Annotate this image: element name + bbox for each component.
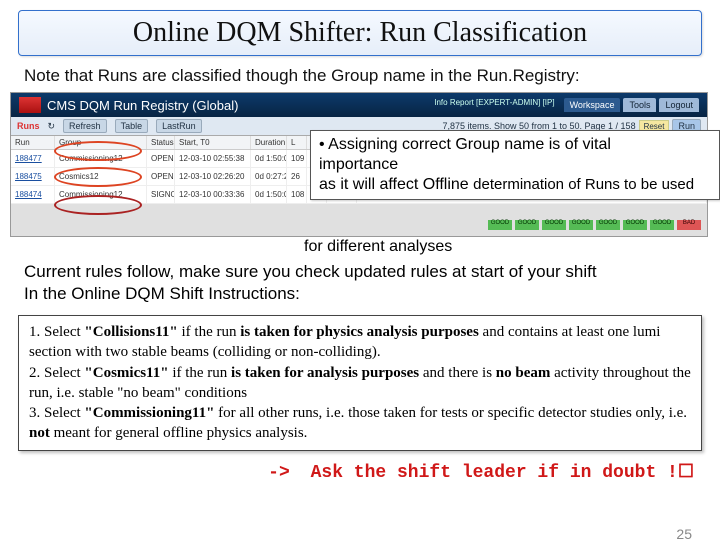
rr-tag: GOOD bbox=[650, 220, 674, 230]
rr-l: 26 bbox=[287, 168, 307, 185]
rr-header-title: CMS DQM Run Registry (Global) bbox=[47, 98, 238, 113]
rr-tag: GOOD bbox=[515, 220, 539, 230]
rr-group: Cosmics12 bbox=[55, 168, 147, 185]
rr-group: Commissioning12 bbox=[55, 186, 147, 203]
footer-text: Ask the shift leader if in doubt !☐ bbox=[311, 463, 694, 483]
rr-tag: GOOD bbox=[569, 220, 593, 230]
rr-l: 108 bbox=[287, 186, 307, 203]
rule-1: 1. Select "Collisions11" if the run is t… bbox=[29, 322, 691, 363]
rr-group: Commissioning12 bbox=[55, 150, 147, 167]
rr-l: 109 bbox=[287, 150, 307, 167]
callout-l1a: • Assigning correct Group name is of vit… bbox=[319, 136, 611, 153]
rr-tag: GOOD bbox=[542, 220, 566, 230]
runregistry-area: CMS DQM Run Registry (Global) Info Repor… bbox=[10, 92, 710, 237]
rr-status: SIGNOFF bbox=[147, 186, 175, 203]
rr-start: 12-03-10 00:33:36 bbox=[175, 186, 251, 203]
rr-refresh-button[interactable]: Refresh bbox=[63, 119, 107, 133]
callout-continue: for different analyses bbox=[304, 237, 696, 257]
callout-l2b: determination of Runs to be used bbox=[473, 176, 694, 193]
rr-start: 12-03-10 02:55:38 bbox=[175, 150, 251, 167]
rr-header: CMS DQM Run Registry (Global) Info Repor… bbox=[11, 93, 707, 117]
rules-box: 1. Select "Collisions11" if the run is t… bbox=[18, 315, 702, 451]
rr-table-button[interactable]: Table bbox=[115, 119, 149, 133]
arrow-icon: -> bbox=[268, 463, 290, 483]
rule-2: 2. Select "Cosmics11" if the run is take… bbox=[29, 363, 691, 404]
rr-tag: GOOD bbox=[623, 220, 647, 230]
rr-status-tags: GOOD GOOD GOOD GOOD GOOD GOOD GOOD BAD bbox=[488, 220, 701, 230]
current-rules-text: Current rules follow, make sure you chec… bbox=[24, 261, 696, 305]
callout-box: • Assigning correct Group name is of vit… bbox=[310, 130, 720, 200]
footer-ask: -> Ask the shift leader if in doubt !☐ bbox=[0, 461, 720, 483]
rr-dur: 0d 0:27:23 bbox=[251, 168, 287, 185]
rr-col-l: L bbox=[287, 136, 307, 149]
rr-tag: GOOD bbox=[488, 220, 512, 230]
rr-dur: 0d 1:50:02 bbox=[251, 150, 287, 167]
rr-status: OPEN bbox=[147, 168, 175, 185]
page-title: Online DQM Shifter: Run Classification bbox=[29, 17, 691, 49]
rr-col-status: Status bbox=[147, 136, 175, 149]
rr-tag: GOOD bbox=[596, 220, 620, 230]
rr-tab-tools[interactable]: Tools bbox=[623, 98, 656, 112]
rr-run[interactable]: 188475 bbox=[11, 168, 55, 185]
rr-tab-logout[interactable]: Logout bbox=[659, 98, 699, 112]
rr-dur: 0d 1:50:02 bbox=[251, 186, 287, 203]
callout-l2a: as it will affect Offline bbox=[319, 176, 473, 193]
title-bar: Online DQM Shifter: Run Classification bbox=[18, 10, 702, 56]
rr-run[interactable]: 188474 bbox=[11, 186, 55, 203]
rr-start: 12-03-10 02:26:20 bbox=[175, 168, 251, 185]
rr-col-group: Group bbox=[55, 136, 147, 149]
rr-col-start: Start, T0 bbox=[175, 136, 251, 149]
rr-col-dur: Duration bbox=[251, 136, 287, 149]
rr-tag-bad: BAD bbox=[677, 220, 701, 230]
rr-lastrun-button[interactable]: LastRun bbox=[156, 119, 202, 133]
rr-status: OPEN bbox=[147, 150, 175, 167]
rr-runs-label: Runs bbox=[17, 121, 40, 131]
cms-logo bbox=[19, 97, 41, 113]
callout-l1b: importance bbox=[319, 156, 398, 173]
rule-3: 3. Select "Commissioning11" for all othe… bbox=[29, 403, 691, 444]
current-l1: Current rules follow, make sure you chec… bbox=[24, 262, 597, 281]
refresh-icon[interactable]: ↻ bbox=[48, 121, 56, 132]
rr-header-right: Info Report [EXPERT-ADMIN] [IP] bbox=[434, 98, 554, 112]
note-text: Note that Runs are classified though the… bbox=[24, 66, 696, 86]
rr-tab-workspace[interactable]: Workspace bbox=[564, 98, 621, 112]
rr-run[interactable]: 188477 bbox=[11, 150, 55, 167]
current-l2: In the Online DQM Shift Instructions: bbox=[24, 284, 300, 303]
rr-col-run: Run bbox=[11, 136, 55, 149]
